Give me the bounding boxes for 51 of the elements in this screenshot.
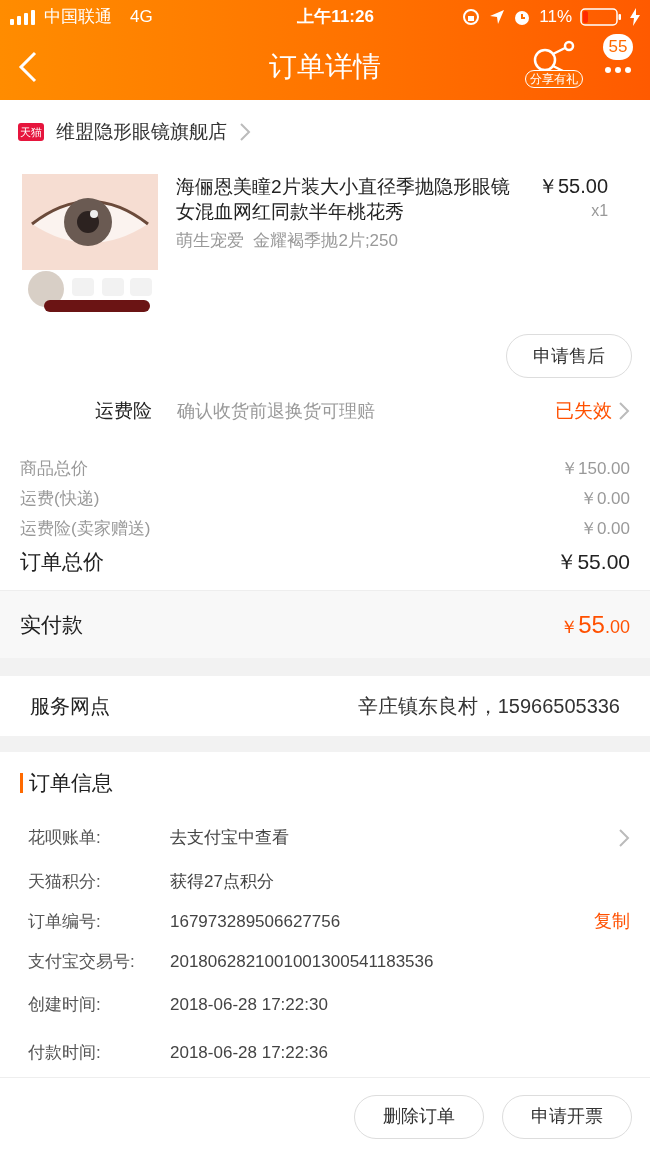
info-label: 支付宝交易号: bbox=[28, 950, 136, 973]
paid-label: 实付款 bbox=[20, 611, 83, 638]
paid-amount: ￥55.00 bbox=[560, 609, 630, 640]
info-label: 天猫积分: bbox=[28, 870, 102, 893]
location-icon bbox=[489, 9, 506, 25]
service-value: 辛庄镇东良村，15966505336 bbox=[357, 694, 620, 719]
status-time: 上午11:26 bbox=[296, 6, 375, 29]
summary-value: ￥55.00 bbox=[556, 549, 630, 576]
shop-name[interactable]: 维盟隐形眼镜旗舰店 bbox=[56, 117, 227, 147]
signal-icon bbox=[10, 9, 38, 25]
info-label: 花呗账单: bbox=[28, 827, 102, 849]
page-title: 订单详情 bbox=[269, 50, 381, 84]
chevron-icon[interactable] bbox=[618, 827, 630, 848]
info-value: 2018062821001001300541183536 bbox=[170, 950, 435, 973]
more-icon bbox=[604, 66, 632, 74]
info-value: 167973289506627756 bbox=[170, 910, 342, 933]
product-title[interactable]: 海俪恩美瞳2片装大小直径季抛隐形眼镜女混血网红同款半年桃花秀 bbox=[176, 174, 528, 224]
chevron-icon bbox=[618, 401, 630, 421]
carrier-name: 中国联通 bbox=[44, 6, 112, 29]
info-value: 2018-06-28 17:22:36 bbox=[170, 1042, 329, 1065]
notification-badge: 55 bbox=[602, 34, 634, 60]
info-value: 2018-06-28 17:22:30 bbox=[170, 994, 329, 1017]
info-value: 获得27点积分 bbox=[170, 870, 275, 893]
summary-value: ￥150.00 bbox=[561, 458, 630, 481]
product-quantity: x1 bbox=[591, 201, 609, 221]
charging-icon bbox=[630, 8, 640, 26]
chevron-icon bbox=[239, 122, 251, 142]
info-label: 付款时间: bbox=[28, 1042, 102, 1065]
service-label: 服务网点 bbox=[30, 694, 110, 719]
alarm-icon bbox=[513, 8, 532, 26]
product-price: ￥55.00 bbox=[538, 174, 609, 199]
rotation-lock-icon bbox=[461, 7, 482, 27]
summary-label: 商品总价 bbox=[20, 458, 88, 481]
summary-value: ￥0.00 bbox=[579, 518, 630, 541]
share-label: 分享有礼 bbox=[525, 70, 583, 88]
store-logo: 天猫 bbox=[18, 123, 44, 141]
summary-value: ￥0.00 bbox=[579, 488, 630, 511]
info-value[interactable]: 去支付宝中查看 bbox=[170, 825, 618, 851]
battery-icon bbox=[580, 7, 622, 27]
summary-label: 运费(快递) bbox=[20, 488, 100, 511]
info-label: 订单编号: bbox=[28, 910, 102, 933]
summary-label: 订单总价 bbox=[20, 549, 104, 576]
section-title: 订单信息 bbox=[29, 770, 113, 797]
info-label: 创建时间: bbox=[28, 994, 102, 1017]
product-spec: 萌生宠爱 金耀褐季抛2片;250 bbox=[176, 230, 399, 252]
network-type: 4G bbox=[130, 6, 153, 29]
battery-percent: 11% bbox=[539, 6, 572, 29]
insurance-description: 确认收货前退换货可理赔 bbox=[177, 399, 376, 423]
insurance-label: 运费险 bbox=[95, 398, 153, 423]
back-icon bbox=[18, 51, 38, 83]
summary-label: 运费险(卖家赠送) bbox=[20, 518, 151, 541]
